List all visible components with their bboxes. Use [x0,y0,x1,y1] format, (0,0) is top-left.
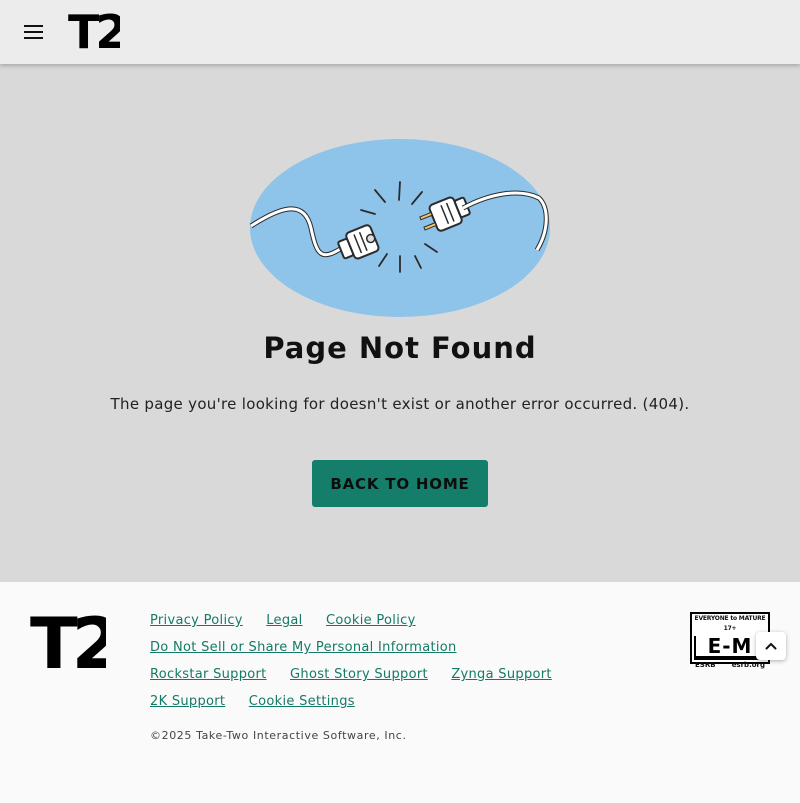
footer-link-row: 2K Support Cookie Settings [150,694,670,721]
unplugged-cable-icon [249,138,551,320]
privacy-policy-link[interactable]: Privacy Policy [150,613,243,628]
esrb-rating: E-M [696,636,764,656]
esrb-url: esrb.org [731,661,765,669]
zynga-support-link[interactable]: Zynga Support [451,667,551,682]
footer-link-row: Rockstar Support Ghost Story Support Zyn… [150,667,670,694]
site-header: T2 [0,0,800,64]
legal-link[interactable]: Legal [266,613,302,628]
esrb-bottom: ESRB esrb.org [692,660,768,670]
svg-text:T2: T2 [68,12,120,50]
t2-logo[interactable]: T2 [68,5,128,59]
chevron-up-icon [765,642,777,650]
t2-footer-logo[interactable]: T2 [30,603,121,685]
error-message: The page you're looking for doesn't exis… [110,395,690,413]
cookie-settings-link[interactable]: Cookie Settings [249,694,355,709]
svg-text:T2: T2 [30,612,106,670]
hamburger-menu-icon[interactable] [22,20,47,44]
ghost-story-support-link[interactable]: Ghost Story Support [290,667,428,682]
cookie-policy-link[interactable]: Cookie Policy [326,613,416,628]
2k-support-link[interactable]: 2K Support [150,694,225,709]
page-title: Page Not Found [263,331,537,365]
footer-links: Privacy Policy Legal Cookie Policy Do No… [150,613,670,721]
footer-link-row: Privacy Policy Legal Cookie Policy [150,613,670,640]
site-footer: T2 Privacy Policy Legal Cookie Policy Do… [0,582,800,803]
scroll-to-top-button[interactable] [756,632,786,660]
rockstar-support-link[interactable]: Rockstar Support [150,667,267,682]
do-not-sell-link[interactable]: Do Not Sell or Share My Personal Informa… [150,640,457,655]
main-content: Page Not Found The page you're looking f… [0,64,800,582]
esrb-label: ESRB [695,661,716,669]
back-to-home-button[interactable]: BACK TO HOME [312,460,488,507]
copyright-text: ©2025 Take-Two Interactive Software, Inc… [150,729,407,742]
esrb-top-text: EVERYONE to MATURE 17+ [694,615,766,632]
footer-link-row: Do Not Sell or Share My Personal Informa… [150,640,670,667]
